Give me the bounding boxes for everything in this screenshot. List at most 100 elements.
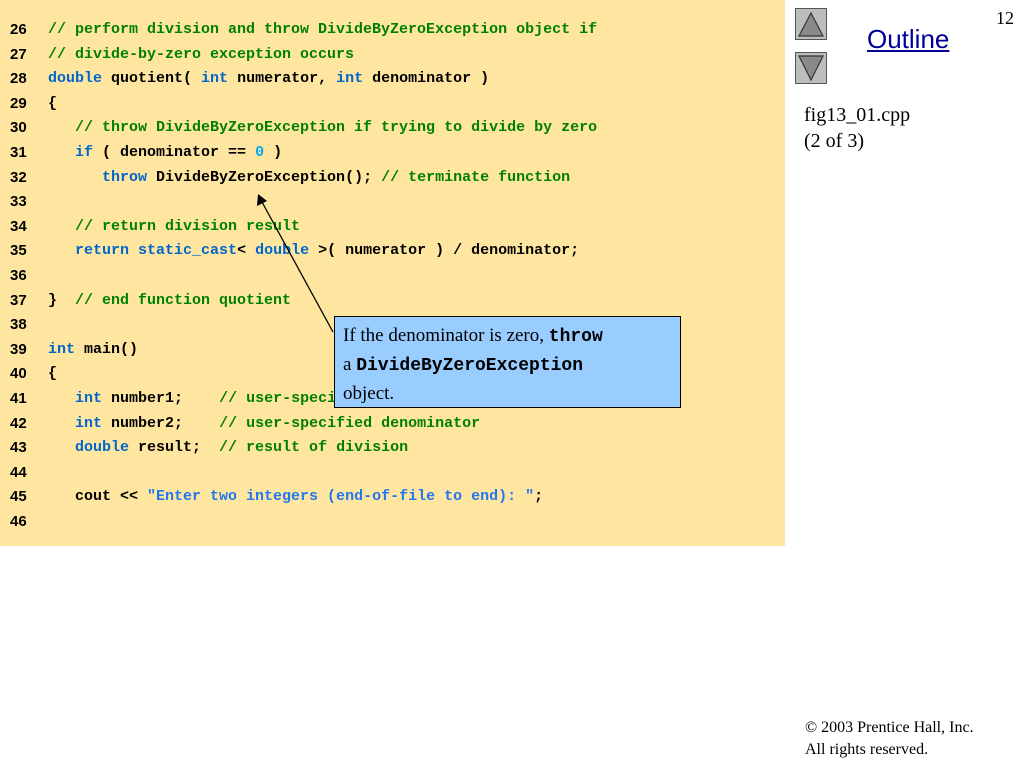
- line-number: 39: [10, 340, 27, 358]
- line-number: 41: [10, 390, 27, 407]
- code-line: 29 {: [0, 92, 785, 116]
- code-token: main(): [75, 340, 139, 358]
- code-token: denominator ): [363, 70, 490, 88]
- footer-copyright: © 2003 Prentice Hall, Inc.: [805, 719, 974, 736]
- outline-link[interactable]: Outline: [867, 24, 949, 55]
- code-text: // perform division and throw DivideByZe…: [48, 18, 597, 42]
- callout-code-exception: DivideByZeroException: [356, 356, 584, 376]
- code-line: 37 } // end function quotient: [0, 289, 785, 313]
- code-token: ;: [534, 488, 544, 506]
- code-line: 46: [0, 510, 785, 534]
- code-token: {: [48, 365, 58, 383]
- code-token: 0: [255, 144, 265, 161]
- callout-text-2: a: [343, 354, 357, 375]
- callout-code-throw: throw: [548, 327, 603, 347]
- callout-text-1: If the denominator is zero,: [343, 325, 549, 346]
- slide-caption: fig13_01.cpp (2 of 3): [804, 102, 910, 154]
- code-text: cout << "Enter two integers (end-of-file…: [48, 485, 543, 509]
- code-line: 30 // throw DivideByZeroException if try…: [0, 116, 785, 140]
- line-number: 26: [10, 21, 27, 38]
- code-token: ( denominator ==: [93, 144, 256, 161]
- caption-part: (2 of 3): [804, 130, 864, 152]
- line-number: 29: [10, 94, 27, 112]
- code-token: "Enter two integers (end-of-file to end)…: [147, 488, 535, 506]
- code-token: int: [75, 414, 103, 432]
- code-text: } // end function quotient: [48, 289, 291, 313]
- code-token: // throw DivideByZeroException if trying…: [48, 119, 598, 137]
- line-number: 38: [10, 316, 27, 334]
- code-token: quotient(: [102, 70, 202, 88]
- code-token: int: [336, 70, 364, 88]
- code-text: if ( denominator == 0 ): [48, 141, 282, 165]
- code-line: 31 if ( denominator == 0 ): [0, 141, 785, 165]
- line-number: 34: [10, 217, 27, 235]
- code-line: 43 double result; // result of division: [0, 436, 785, 460]
- line-number: 36: [10, 267, 27, 284]
- code-token: // divide-by-zero exception occurs: [48, 45, 355, 63]
- code-token: number1;: [102, 390, 220, 407]
- code-text: double quotient( int numerator, int deno…: [48, 67, 489, 91]
- line-number: 30: [10, 119, 27, 137]
- code-line: 42 int number2; // user-specified denomi…: [0, 412, 785, 436]
- code-token: result;: [129, 439, 220, 457]
- caption-filename: fig13_01.cpp: [804, 104, 911, 126]
- code-line: 32 throw DivideByZeroException(); // ter…: [0, 166, 785, 190]
- code-text: throw DivideByZeroException(); // termin…: [48, 166, 570, 190]
- line-number: 42: [10, 414, 27, 432]
- code-line: 34 // return division result: [0, 215, 785, 239]
- callout-text-3: object.: [343, 383, 395, 404]
- code-token: // terminate function: [381, 168, 571, 186]
- code-line: 33: [0, 190, 785, 214]
- line-number: 28: [10, 70, 27, 88]
- code-token: // result of division: [219, 439, 409, 457]
- code-token: static_cast: [138, 242, 238, 260]
- line-number: 37: [10, 291, 27, 309]
- code-text: return static_cast< double >( numerator …: [48, 239, 579, 263]
- code-token: // perform division and throw DivideByZe…: [48, 21, 598, 38]
- code-token: number2;: [102, 414, 220, 432]
- next-slide-button[interactable]: [795, 52, 827, 84]
- code-line: 35 return static_cast< double >( numerat…: [0, 239, 785, 263]
- triangle-down-icon: [798, 55, 824, 82]
- code-token: <: [237, 242, 256, 260]
- code-line: 27 // divide-by-zero exception occurs: [0, 43, 785, 67]
- line-number: 44: [10, 463, 27, 481]
- footer: © 2003 Prentice Hall, Inc. All rights re…: [805, 717, 974, 761]
- line-number: 45: [10, 488, 27, 506]
- line-number: 40: [10, 365, 27, 383]
- line-number: 33: [10, 193, 27, 211]
- code-line: 44: [0, 461, 785, 485]
- line-number: 32: [10, 168, 27, 186]
- code-token: int: [48, 340, 76, 358]
- previous-slide-button[interactable]: [795, 8, 827, 40]
- code-token: }: [48, 291, 76, 309]
- code-token: ): [264, 144, 283, 161]
- code-token: int: [75, 390, 103, 407]
- code-token: DivideByZeroException();: [147, 168, 382, 186]
- code-text: int main(): [48, 338, 138, 362]
- code-token: numerator,: [228, 70, 337, 88]
- code-token: throw: [102, 168, 148, 186]
- code-text: double result; // result of division: [48, 436, 408, 460]
- triangle-up-icon: [798, 11, 824, 37]
- code-text: // return division result: [48, 215, 300, 239]
- line-number: 43: [10, 439, 27, 457]
- code-text: {: [48, 362, 57, 386]
- code-token: double: [48, 70, 103, 88]
- code-text: // throw DivideByZeroException if trying…: [48, 116, 597, 140]
- code-token: double: [75, 439, 130, 457]
- page-number: 12: [996, 8, 1014, 28]
- code-text: // divide-by-zero exception occurs: [48, 43, 354, 67]
- line-number: 35: [10, 242, 27, 260]
- line-number: 27: [10, 45, 27, 63]
- code-line: 26 // perform division and throw DivideBy…: [0, 18, 785, 42]
- callout-box: If the denominator is zero, throw a Divi…: [334, 316, 681, 408]
- code-panel: 26 // perform division and throw DivideBy…: [0, 0, 785, 546]
- line-number: 31: [10, 144, 27, 161]
